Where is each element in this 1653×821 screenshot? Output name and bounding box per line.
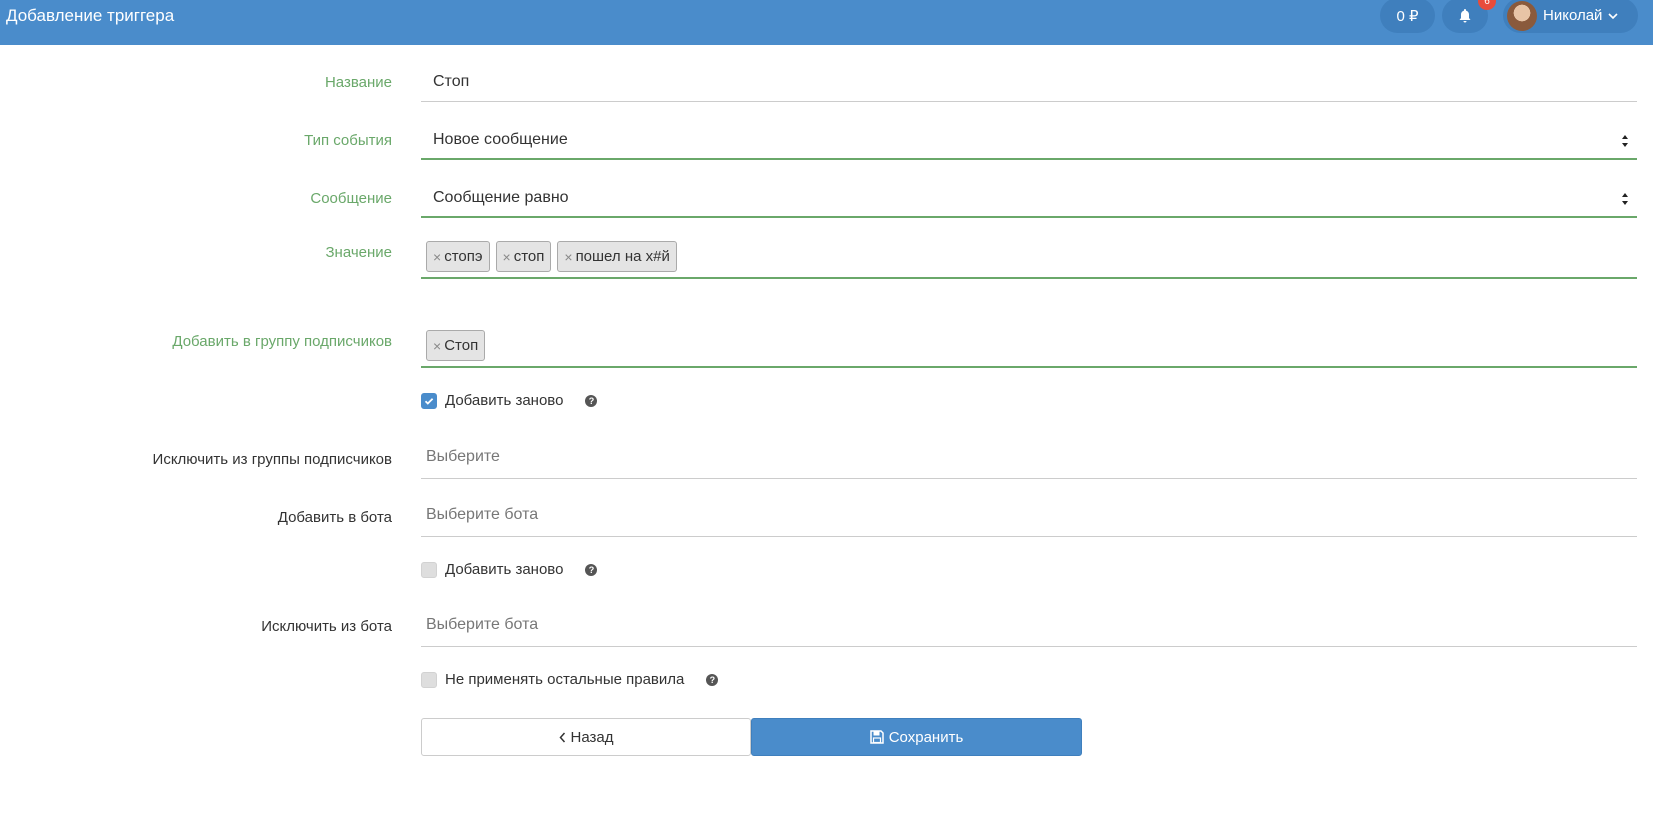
close-icon[interactable]: × [433,249,441,265]
user-menu[interactable]: Николай [1503,0,1638,33]
add-again-label: Добавить заново [445,392,564,409]
exclude-group-select[interactable]: Выберите [421,442,1637,479]
add-group-label: Добавить в группу подписчиков [172,333,392,350]
save-button-label: Сохранить [888,728,964,746]
add-bot-select[interactable]: Выберите бота [421,500,1637,537]
tag-label: стоп [513,248,545,265]
sort-icon [1622,193,1628,205]
exclude-group-label: Исключить из группы подписчиков [152,451,392,468]
values-label: Значение [325,244,392,261]
help-icon[interactable]: ? [585,394,598,407]
exclude-bot-label: Исключить из бота [261,618,392,635]
user-name: Николай [1543,7,1603,24]
name-label: Название [324,74,392,91]
help-icon[interactable]: ? [706,673,719,686]
tag-item: × стопэ [426,241,490,272]
close-icon[interactable]: × [503,249,511,265]
add-again-row: Добавить заново ? [421,392,598,409]
no-other-rules-row: Не применять остальные правила ? [421,671,719,688]
add-bot-label: Добавить в бота [277,509,392,526]
no-other-rules-label: Не применять остальные правила [445,671,685,688]
add-again-label-2: Добавить заново [445,561,564,578]
add-group-tag-input[interactable]: × Стоп [421,326,1637,368]
tag-item: × пошел на х#й [557,241,677,272]
chevron-down-icon [1608,12,1619,19]
no-other-rules-checkbox[interactable] [421,671,437,688]
message-label: Сообщение [310,190,392,207]
balance-button[interactable]: 0 ₽ [1380,0,1435,33]
bell-icon [1459,8,1471,22]
add-again-checkbox-2[interactable] [421,561,437,578]
message-value: Сообщение равно [433,189,569,206]
check-icon [424,397,434,405]
exclude-bot-placeholder: Выберите бота [426,616,539,633]
balance-value: 0 ₽ [1396,7,1419,25]
chevron-left-icon [558,732,565,742]
name-value: Стоп [433,73,470,90]
add-again-row-2: Добавить заново ? [421,561,598,578]
exclude-group-placeholder: Выберите [426,448,500,465]
event-type-label: Тип события [304,132,392,149]
help-icon[interactable]: ? [585,563,598,576]
back-button-label: Назад [570,728,614,746]
close-icon[interactable]: × [564,249,572,265]
add-bot-placeholder: Выберите бота [426,506,539,523]
back-button[interactable]: Назад [421,718,751,756]
tag-item: × стоп [495,241,552,272]
tag-label: Стоп [444,337,479,354]
exclude-bot-select[interactable]: Выберите бота [421,610,1637,647]
avatar [1507,0,1537,31]
save-button[interactable]: Сохранить [751,718,1082,756]
tag-label: стопэ [444,248,483,265]
close-icon[interactable]: × [433,338,441,354]
name-input[interactable]: Стоп [421,66,1637,102]
tag-label: пошел на х#й [575,248,670,265]
sort-icon [1622,135,1628,147]
save-icon [869,730,884,744]
values-tag-input[interactable]: × стопэ × стоп × пошел на х#й [421,237,1637,279]
message-select[interactable]: Сообщение равно [421,182,1637,218]
event-type-select[interactable]: Новое сообщение [421,124,1637,160]
add-again-checkbox[interactable] [421,392,437,409]
page-title: Добавление триггера [6,6,175,25]
top-bar: Добавление триггера 0 ₽ 6 Николай [0,0,1653,45]
event-type-value: Новое сообщение [433,131,568,148]
tag-item: × Стоп [426,330,486,361]
